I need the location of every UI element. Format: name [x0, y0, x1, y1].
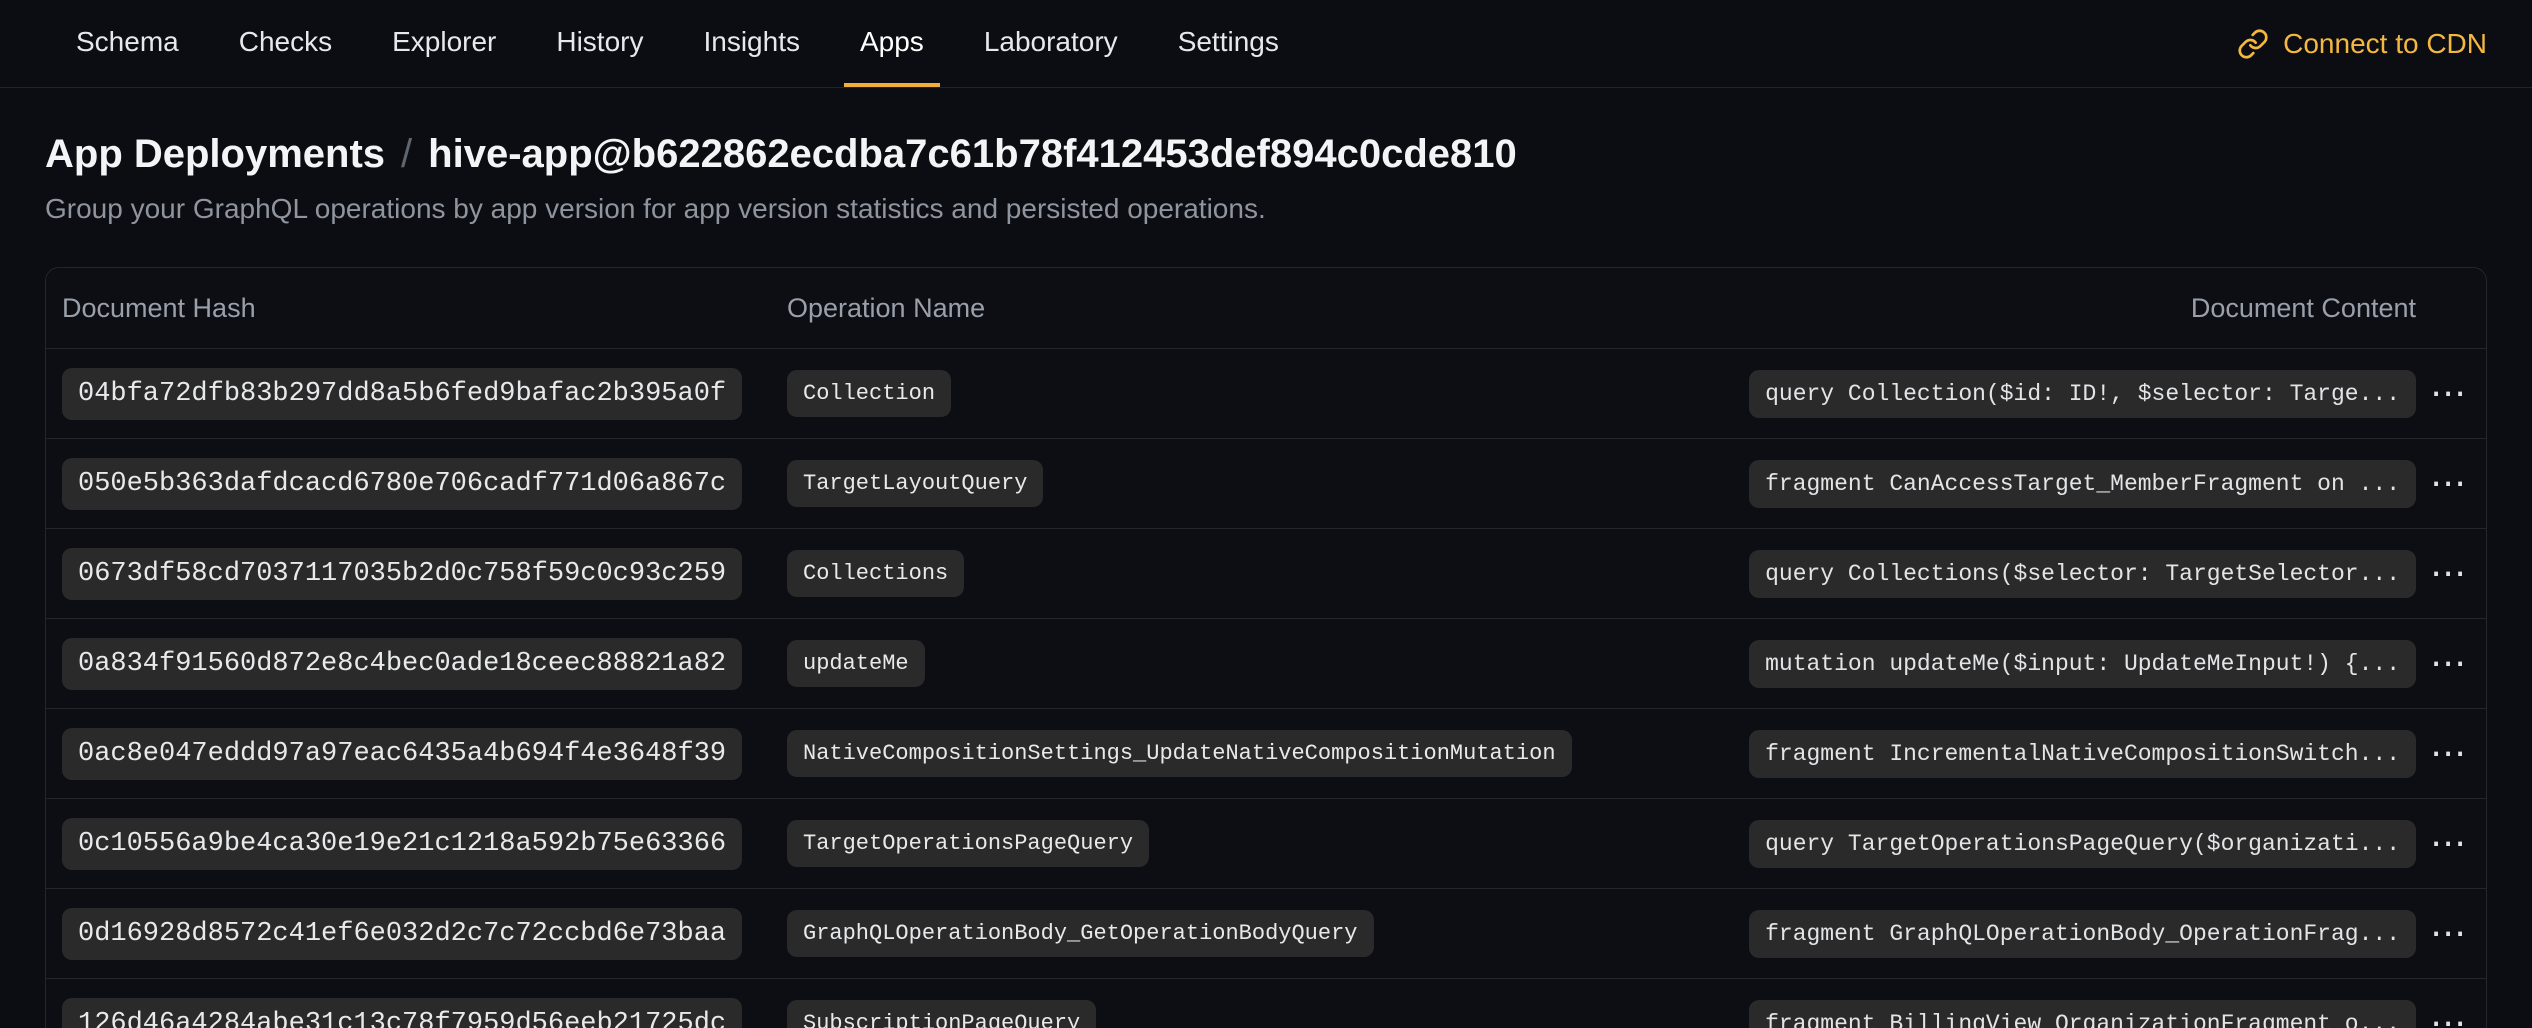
document-content-badge: fragment IncrementalNativeCompositionSwi… [1749, 730, 2416, 778]
operation-name-badge: TargetLayoutQuery [787, 460, 1043, 507]
ellipsis-icon: ⋯ [2430, 643, 2466, 684]
link-icon [2237, 28, 2269, 60]
main-nav: Schema Checks Explorer History Insights … [0, 0, 2532, 88]
nav-tabs: Schema Checks Explorer History Insights … [60, 0, 1295, 87]
row-menu-button[interactable]: ⋯ [2422, 642, 2474, 686]
document-hash-badge: 0ac8e047eddd97a97eac6435a4b694f4e3648f39 [62, 728, 742, 780]
table-row: 0ac8e047eddd97a97eac6435a4b694f4e3648f39… [46, 708, 2486, 798]
breadcrumb: App Deployments / hive-app@b622862ecdba7… [45, 132, 2487, 177]
document-hash-badge: 04bfa72dfb83b297dd8a5b6fed9bafac2b395a0f [62, 368, 742, 420]
tab-history[interactable]: History [540, 0, 659, 87]
document-hash-badge: 0673df58cd7037117035b2d0c758f59c0c93c259 [62, 548, 742, 600]
table-row: 0d16928d8572c41ef6e032d2c7c72ccbd6e73baa… [46, 888, 2486, 978]
table-row: 0a834f91560d872e8c4bec0ade18ceec88821a82… [46, 618, 2486, 708]
row-menu-button[interactable]: ⋯ [2422, 552, 2474, 596]
operation-name-badge: Collections [787, 550, 964, 597]
tab-apps[interactable]: Apps [844, 0, 940, 87]
column-header-operation-name: Operation Name [787, 293, 2191, 324]
document-content-badge: query Collection($id: ID!, $selector: Ta… [1749, 370, 2416, 418]
operation-name-badge: Collection [787, 370, 951, 417]
page-header: App Deployments / hive-app@b622862ecdba7… [0, 132, 2532, 225]
row-menu-button[interactable]: ⋯ [2422, 462, 2474, 506]
row-menu-button[interactable]: ⋯ [2422, 1002, 2474, 1028]
column-header-document-content: Document Content [2191, 293, 2416, 324]
document-content-badge: mutation updateMe($input: UpdateMeInput!… [1749, 640, 2416, 688]
document-hash-badge: 050e5b363dafdcacd6780e706cadf771d06a867c [62, 458, 742, 510]
table-row: 0673df58cd7037117035b2d0c758f59c0c93c259… [46, 528, 2486, 618]
tab-insights[interactable]: Insights [687, 0, 816, 87]
operation-name-badge: updateMe [787, 640, 925, 687]
table-row: 126d46a4284abe31c13c78f7959d56eeb21725dc… [46, 978, 2486, 1028]
breadcrumb-separator: / [401, 132, 412, 177]
table-row: 0c10556a9be4ca30e19e21c1218a592b75e63366… [46, 798, 2486, 888]
row-menu-button[interactable]: ⋯ [2422, 822, 2474, 866]
tab-laboratory[interactable]: Laboratory [968, 0, 1134, 87]
ellipsis-icon: ⋯ [2430, 913, 2466, 954]
tab-schema[interactable]: Schema [60, 0, 195, 87]
ellipsis-icon: ⋯ [2430, 1003, 2466, 1028]
deployments-table: Document Hash Operation Name Document Co… [45, 267, 2487, 1028]
ellipsis-icon: ⋯ [2430, 733, 2466, 774]
document-content-badge: query Collections($selector: TargetSelec… [1749, 550, 2416, 598]
tab-checks[interactable]: Checks [223, 0, 348, 87]
tab-explorer[interactable]: Explorer [376, 0, 512, 87]
ellipsis-icon: ⋯ [2430, 373, 2466, 414]
row-menu-button[interactable]: ⋯ [2422, 912, 2474, 956]
table-header: Document Hash Operation Name Document Co… [46, 268, 2486, 348]
connect-cdn-label: Connect to CDN [2283, 28, 2487, 60]
page-subtitle: Group your GraphQL operations by app ver… [45, 193, 2487, 225]
document-hash-badge: 0c10556a9be4ca30e19e21c1218a592b75e63366 [62, 818, 742, 870]
document-content-badge: fragment BillingView_OrganizationFragmen… [1749, 1000, 2416, 1028]
operation-name-badge: NativeCompositionSettings_UpdateNativeCo… [787, 730, 1572, 777]
connect-cdn-button[interactable]: Connect to CDN [2237, 0, 2487, 87]
tab-settings[interactable]: Settings [1162, 0, 1295, 87]
operation-name-badge: SubscriptionPageQuery [787, 1000, 1096, 1028]
ellipsis-icon: ⋯ [2430, 823, 2466, 864]
document-content-badge: fragment GraphQLOperationBody_OperationF… [1749, 910, 2416, 958]
breadcrumb-current: hive-app@b622862ecdba7c61b78f412453def89… [428, 132, 1517, 177]
ellipsis-icon: ⋯ [2430, 553, 2466, 594]
ellipsis-icon: ⋯ [2430, 463, 2466, 504]
breadcrumb-section: App Deployments [45, 132, 385, 177]
document-hash-badge: 126d46a4284abe31c13c78f7959d56eeb21725dc [62, 998, 742, 1028]
document-content-badge: fragment CanAccessTarget_MemberFragment … [1749, 460, 2416, 508]
document-hash-badge: 0d16928d8572c41ef6e032d2c7c72ccbd6e73baa [62, 908, 742, 960]
table-row: 04bfa72dfb83b297dd8a5b6fed9bafac2b395a0f… [46, 348, 2486, 438]
row-menu-button[interactable]: ⋯ [2422, 372, 2474, 416]
table-row: 050e5b363dafdcacd6780e706cadf771d06a867c… [46, 438, 2486, 528]
operation-name-badge: GraphQLOperationBody_GetOperationBodyQue… [787, 910, 1374, 957]
operation-name-badge: TargetOperationsPageQuery [787, 820, 1149, 867]
document-hash-badge: 0a834f91560d872e8c4bec0ade18ceec88821a82 [62, 638, 742, 690]
row-menu-button[interactable]: ⋯ [2422, 732, 2474, 776]
column-header-document-hash: Document Hash [62, 293, 787, 324]
document-content-badge: query TargetOperationsPageQuery($organiz… [1749, 820, 2416, 868]
